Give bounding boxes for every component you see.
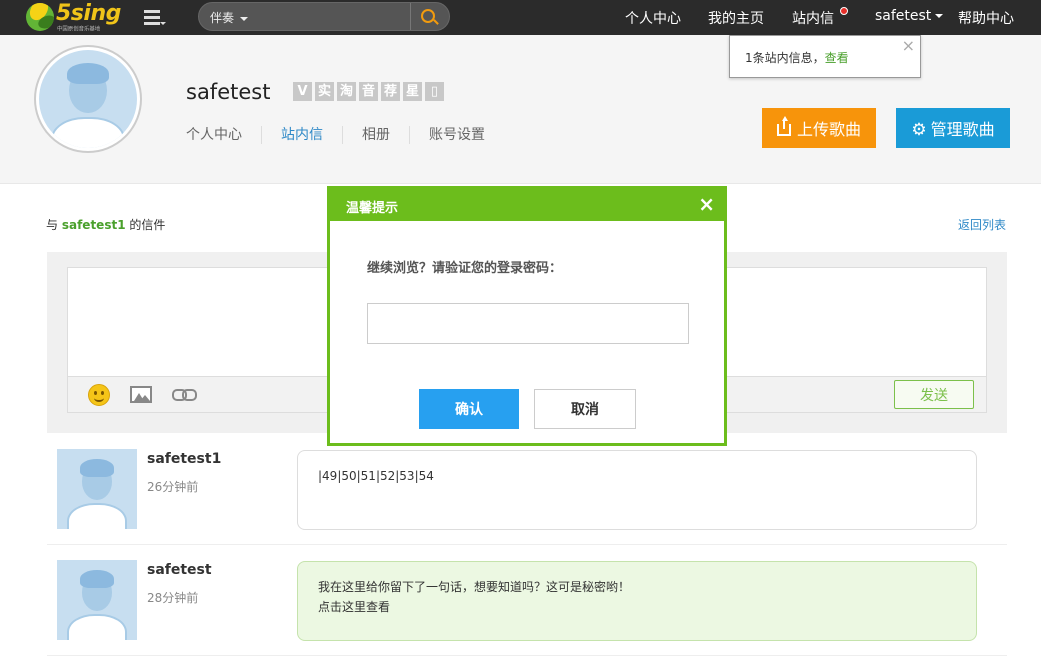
nav-help-center[interactable]: 帮助中心	[958, 8, 1014, 28]
dialog-title: 温馨提示	[346, 201, 399, 216]
notification-text: 1条站内信息，查看	[745, 49, 849, 66]
logo-icon	[26, 3, 54, 31]
badge-list: V 实淘音荐星 ▯	[293, 82, 447, 101]
avatar[interactable]	[57, 449, 137, 529]
nav-user-menu[interactable]: safetest	[875, 8, 944, 24]
search-input[interactable]	[259, 7, 409, 27]
list-item: safetest 28分钟前 我在这里给你留下了一句话，想要知道吗？这可是秘密哟…	[47, 550, 1007, 656]
notification-popup: 1条站内信息，查看 ×	[729, 35, 921, 78]
upload-icon	[776, 116, 791, 136]
unread-dot-icon	[840, 7, 848, 15]
search-bar: 伴奏	[198, 2, 450, 31]
site-logo[interactable]: 5sing 中国原创音乐基地	[26, 1, 121, 33]
back-to-list-link[interactable]: 返回列表	[958, 216, 1006, 233]
cancel-button[interactable]: 取消	[534, 389, 636, 429]
confirm-button[interactable]: 确认	[419, 389, 519, 429]
password-prompt: 继续浏览？请验证您的登录密码：	[367, 261, 563, 276]
message-time: 26分钟前	[147, 480, 199, 494]
tab-site-messages[interactable]: 站内信	[261, 126, 342, 144]
music-badge-icon[interactable]: 音	[359, 82, 378, 101]
logo-text: 5sing	[56, 1, 121, 26]
avatar[interactable]	[34, 45, 142, 153]
search-category-select[interactable]: 伴奏	[210, 9, 248, 26]
nav-my-homepage[interactable]: 我的主页	[708, 8, 764, 28]
message-author[interactable]: safetest	[147, 562, 212, 578]
message-text: 我在这里给你留下了一句话，想要知道吗？这可是秘密哟！	[318, 580, 631, 594]
list-item: safetest1 26分钟前 |49|50|51|52|53|54	[47, 439, 1007, 545]
menu-icon[interactable]	[144, 10, 166, 26]
dialog-header: 温馨提示 ×	[330, 189, 724, 221]
tao-badge-icon[interactable]: 淘	[337, 82, 356, 101]
letters-title: 与 safetest1 的信件	[46, 216, 165, 233]
message-text: |49|50|51|52|53|54	[318, 469, 434, 483]
nav-username: safetest	[875, 8, 932, 24]
tab-account-settings[interactable]: 账号设置	[409, 126, 504, 144]
message-bubble: 我在这里给你留下了一句话，想要知道吗？这可是秘密哟！ 点击这里查看	[297, 561, 977, 641]
chevron-down-icon	[935, 14, 944, 18]
avatar-image	[39, 50, 137, 148]
emoji-icon[interactable]	[88, 384, 110, 406]
nav-personal-center[interactable]: 个人中心	[625, 8, 681, 28]
top-nav-bar: 5sing 中国原创音乐基地 伴奏 个人中心 我的主页 站内信 safetest…	[0, 0, 1041, 35]
star-badge-icon[interactable]: 星	[403, 82, 422, 101]
password-field[interactable]	[367, 303, 689, 344]
message-bubble: |49|50|51|52|53|54	[297, 450, 977, 530]
vip-badge-icon[interactable]: V	[293, 82, 312, 101]
read-secret-link[interactable]: 点击这里查看	[318, 597, 956, 617]
tab-personal-center[interactable]: 个人中心	[186, 126, 261, 144]
link-icon[interactable]	[172, 386, 197, 402]
profile-subnav: 个人中心 站内信 相册 账号设置	[186, 126, 504, 144]
letters-title-suffix: 的信件	[129, 218, 166, 232]
letters-partner[interactable]: safetest1	[62, 218, 126, 232]
notification-message: 1条站内信息，	[745, 51, 825, 65]
avatar[interactable]	[57, 560, 137, 640]
password-verify-dialog: 温馨提示 × 继续浏览？请验证您的登录密码： 确认 取消	[327, 186, 727, 446]
close-icon[interactable]: ×	[698, 192, 715, 216]
search-icon[interactable]	[410, 3, 448, 30]
logo-subtitle: 中国原创音乐基地	[57, 25, 101, 33]
close-icon[interactable]: ×	[902, 37, 915, 55]
tab-album[interactable]: 相册	[342, 126, 409, 144]
message-author[interactable]: safetest1	[147, 451, 221, 467]
manage-songs-button[interactable]: ⚙ 管理歌曲	[896, 108, 1010, 148]
manage-songs-label: 管理歌曲	[930, 122, 995, 139]
send-button[interactable]: 发送	[894, 380, 974, 409]
verified-badge-icon[interactable]: 实	[315, 82, 334, 101]
profile-username: safetest	[186, 80, 271, 104]
gear-icon: ⚙	[911, 120, 927, 139]
mobile-badge-icon[interactable]: ▯	[425, 82, 444, 101]
message-time: 28分钟前	[147, 591, 199, 605]
image-icon[interactable]	[130, 386, 152, 403]
upload-song-button[interactable]: 上传歌曲	[762, 108, 876, 148]
recommend-badge-icon[interactable]: 荐	[381, 82, 400, 101]
letters-title-prefix: 与	[46, 218, 59, 232]
notification-view-link[interactable]: 查看	[825, 51, 849, 65]
upload-song-label: 上传歌曲	[796, 122, 861, 139]
nav-site-messages[interactable]: 站内信	[792, 8, 834, 28]
